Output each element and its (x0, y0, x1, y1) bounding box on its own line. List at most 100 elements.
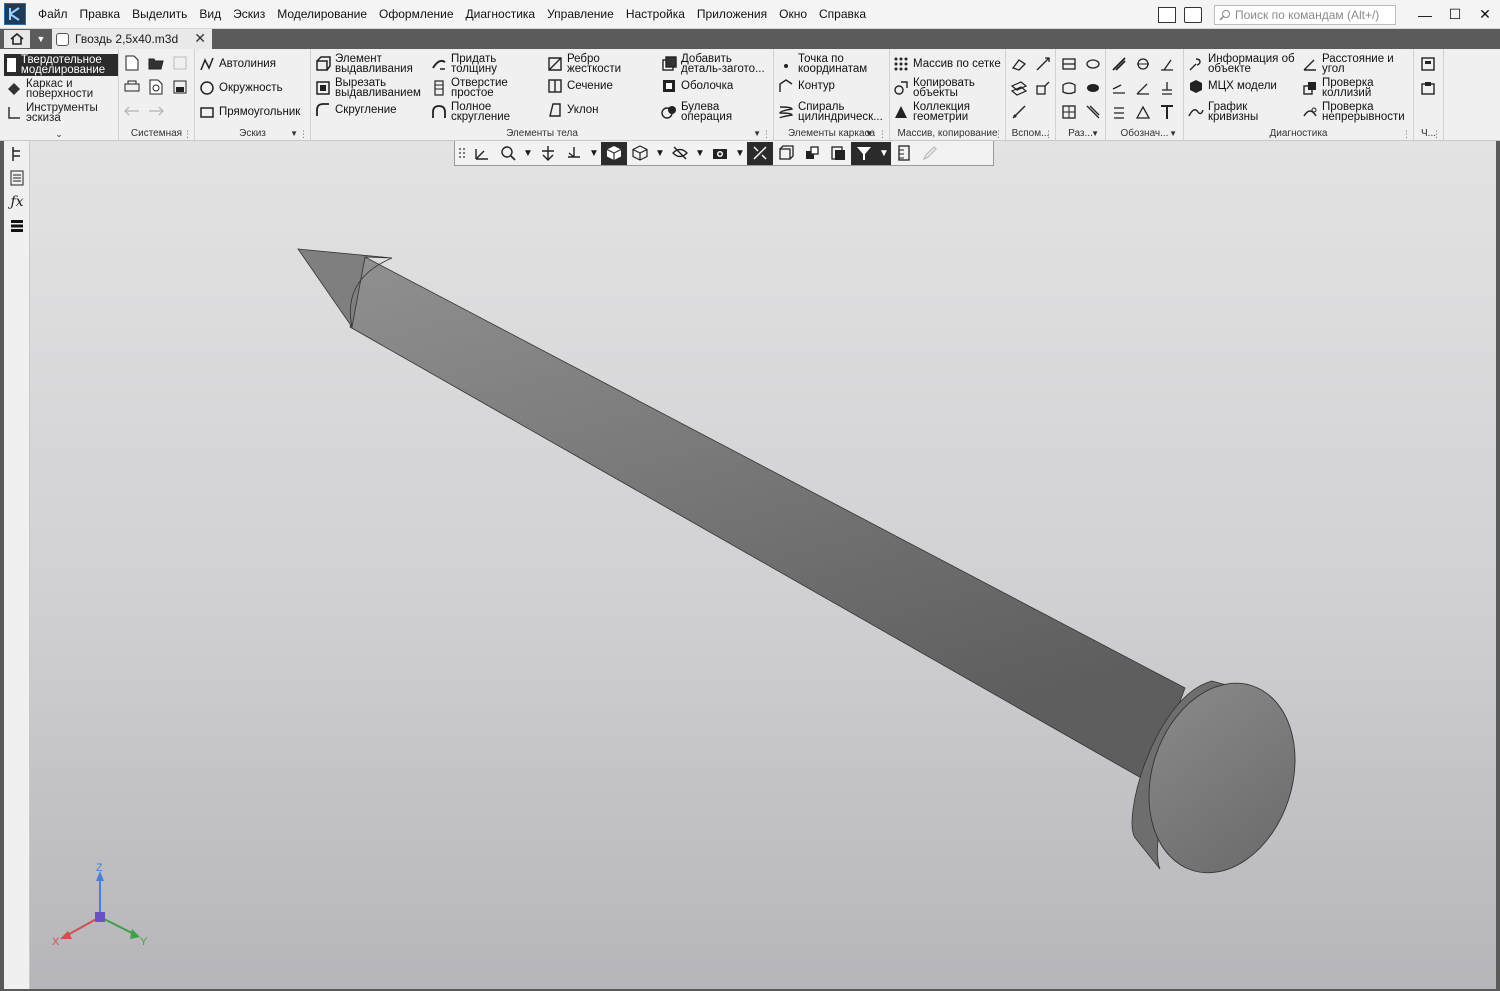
3d-viewport[interactable]: ▼ ▼ ▼ ▼ ▼ ▼ Z X Y (30, 141, 1496, 989)
new-file-icon[interactable] (123, 54, 141, 72)
tolerance-icon[interactable] (1110, 103, 1128, 121)
menu-sketch[interactable]: Эскиз (227, 0, 271, 29)
close-tab-icon[interactable]: ✕ (194, 30, 206, 47)
extra-tool-icon[interactable] (1419, 55, 1437, 73)
angle-dim-icon[interactable] (1134, 79, 1152, 97)
continuity-check-button[interactable]: Проверка непрерывности (1302, 101, 1414, 123)
save-icon[interactable] (171, 54, 189, 72)
rectangle-button[interactable]: Прямоугольник (199, 104, 300, 120)
group-label-system: Системная ⋮ (130, 128, 192, 139)
cut-plane-icon[interactable] (1084, 55, 1102, 73)
variables-fx-icon[interactable]: ƒx (9, 193, 25, 211)
document-icon (56, 32, 69, 46)
menu-select[interactable]: Выделить (126, 0, 193, 29)
full-fillet-icon (431, 104, 447, 120)
mass-props-button[interactable]: МЦХ модели (1188, 78, 1300, 94)
collision-check-button[interactable]: Проверка коллизий (1302, 77, 1414, 99)
dimension-icon[interactable] (1110, 79, 1128, 97)
search-placeholder: Поиск по командам (Alt+/) (1235, 7, 1380, 22)
mode-sketch-tools[interactable]: Инструменты эскиза (4, 102, 118, 124)
text-icon[interactable] (1158, 103, 1176, 121)
screenshot-icon[interactable] (1184, 6, 1202, 23)
extrude-button[interactable]: Элемент выдавливания (315, 53, 425, 75)
section-button[interactable]: Сечение (547, 78, 651, 94)
menu-file[interactable]: Файл (32, 0, 74, 29)
section-view-icon[interactable] (1060, 55, 1078, 73)
copy-objects-button[interactable]: Копировать объекты (893, 77, 1005, 99)
add-part-blank-button[interactable]: Добавить деталь-загото... (661, 53, 773, 75)
print-icon[interactable] (123, 78, 141, 96)
menu-window[interactable]: Окно (773, 0, 813, 29)
nail-model[interactable] (30, 141, 1496, 989)
aux-offset-plane-icon[interactable] (1010, 79, 1028, 97)
grid-array-button[interactable]: Массив по сетке (893, 56, 1005, 72)
rib-button[interactable]: Ребро жесткости (547, 53, 651, 75)
fillet-button[interactable]: Скругление (315, 102, 425, 118)
menu-settings[interactable]: Настройка (620, 0, 691, 29)
tab-document[interactable]: Гвоздь 2,5x40.m3d ✕ (52, 29, 212, 49)
menu-manage[interactable]: Управление (541, 0, 620, 29)
mode-expand[interactable]: ⌄ (0, 127, 118, 141)
open-folder-icon[interactable] (147, 54, 165, 72)
aux-cs-icon[interactable] (1034, 79, 1052, 97)
split-body-icon[interactable] (1060, 103, 1078, 121)
full-fillet-button[interactable]: Полное скругление (431, 101, 535, 123)
model-tree-icon[interactable] (9, 145, 25, 163)
thread-icon[interactable] (1110, 55, 1128, 73)
properties-icon[interactable] (9, 169, 25, 187)
boolean-button[interactable]: Булева операция (661, 101, 773, 123)
tabs-dropdown-icon[interactable]: ▼ (30, 30, 52, 48)
menu-diagnostics[interactable]: Диагностика (460, 0, 542, 29)
section-cut-icon[interactable] (1060, 79, 1078, 97)
draft-button[interactable]: Уклон (547, 102, 651, 118)
maximize-button[interactable]: ☐ (1440, 0, 1470, 29)
object-info-button[interactable]: Информация об объекте (1188, 53, 1300, 75)
mode-solid[interactable]: Твердотельное моделирование (4, 54, 118, 76)
layers-icon[interactable] (9, 217, 25, 235)
undo-icon[interactable] (123, 102, 141, 120)
menu-view[interactable]: Вид (193, 0, 227, 29)
window-layout-icon[interactable] (1158, 6, 1176, 23)
menu-apps[interactable]: Приложения (691, 0, 773, 29)
menu-modeling[interactable]: Моделирование (271, 0, 373, 29)
sketch-tools-icon (7, 106, 21, 120)
simple-hole-button[interactable]: Отверстие простое (431, 77, 535, 99)
app-logo-icon[interactable] (4, 3, 26, 25)
distance-angle-button[interactable]: Расстояние и угол (1302, 53, 1414, 75)
shell-button[interactable]: Оболочка (661, 78, 773, 94)
autoline-button[interactable]: Автолиния (199, 56, 276, 72)
minimize-button[interactable]: — (1410, 0, 1440, 29)
close-window-button[interactable]: ✕ (1470, 0, 1500, 29)
base-icon[interactable] (1158, 79, 1176, 97)
cut-extrude-button[interactable]: Вырезать выдавливанием (315, 77, 425, 99)
command-search-input[interactable]: Поиск по командам (Alt+/) (1214, 4, 1396, 25)
aux-plane-icon[interactable] (1010, 55, 1028, 73)
redo-icon[interactable] (147, 102, 165, 120)
menu-edit[interactable]: Правка (74, 0, 127, 29)
home-icon[interactable] (4, 30, 30, 48)
group-frame-elements: Точка по координатам Контур Спираль цили… (774, 49, 890, 141)
split-icon[interactable] (1084, 79, 1102, 97)
save-as-icon[interactable] (171, 78, 189, 96)
curvature-graph-button[interactable]: График кривизны (1188, 101, 1300, 123)
thicken-button[interactable]: Придать толщину (431, 53, 535, 75)
geometry-collection-button[interactable]: Коллекция геометрии (893, 101, 1005, 123)
menu-help[interactable]: Справка (813, 0, 872, 29)
mode-frame-surfaces[interactable]: Каркас и поверхности (4, 78, 118, 100)
group-system: Системная ⋮ (119, 49, 195, 141)
extra-tool-2-icon[interactable] (1419, 79, 1437, 97)
preview-icon[interactable] (147, 78, 165, 96)
axis-y-label: Y (140, 936, 148, 948)
aux-line-icon[interactable] (1010, 103, 1028, 121)
roughness-icon[interactable] (1134, 55, 1152, 73)
thicken-icon (431, 56, 447, 72)
menu-drafting[interactable]: Оформление (373, 0, 459, 29)
cylindrical-spiral-button[interactable]: Спираль цилиндрическ... (778, 101, 888, 123)
marking-icon[interactable] (1134, 103, 1152, 121)
leader-icon[interactable] (1158, 55, 1176, 73)
circle-button[interactable]: Окружность (199, 80, 283, 96)
aux-axis-icon[interactable] (1034, 55, 1052, 73)
contour-button[interactable]: Контур (778, 78, 888, 94)
point-by-coords-button[interactable]: Точка по координатам (778, 53, 888, 75)
section-line-icon[interactable] (1084, 103, 1102, 121)
